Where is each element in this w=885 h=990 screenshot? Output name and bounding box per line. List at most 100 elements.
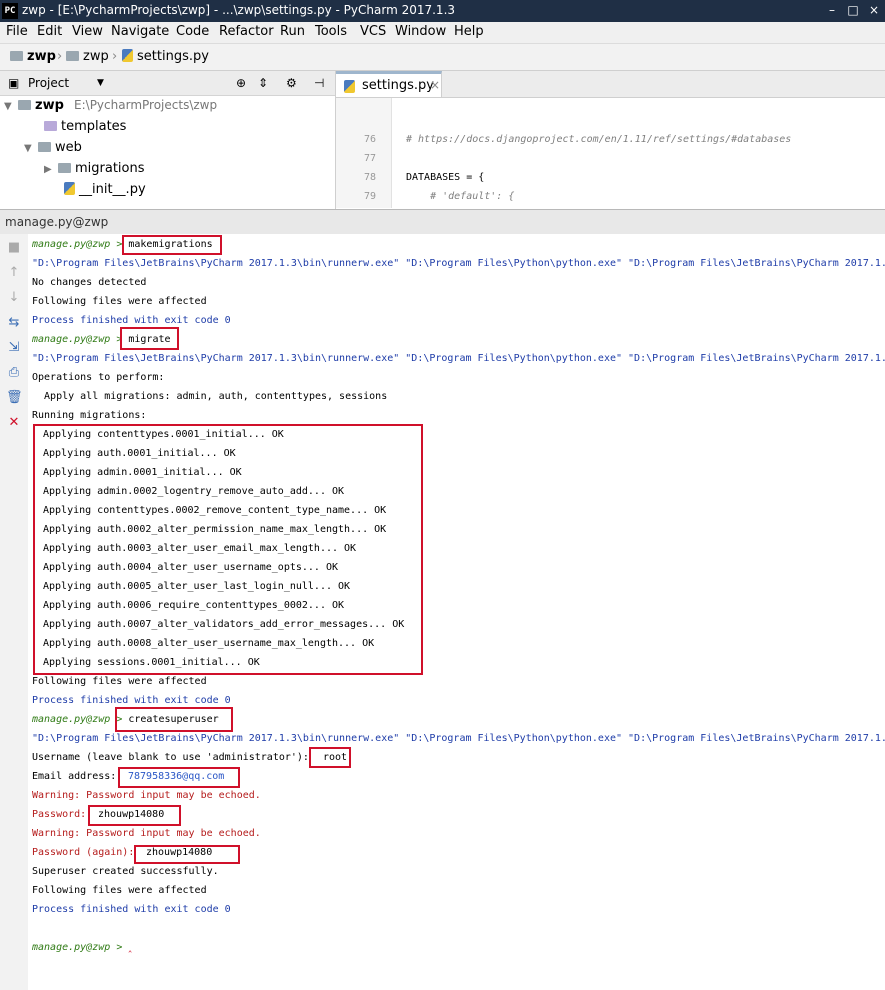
sync-target-icon[interactable]: ⊕ xyxy=(236,76,246,90)
prompt-label: manage.py@zwp xyxy=(32,334,111,345)
folder-icon xyxy=(18,100,31,110)
highlight-box xyxy=(88,805,181,826)
console-line: Warning: Password input may be echoed. xyxy=(32,828,261,839)
menu-window[interactable]: Window xyxy=(395,24,446,39)
console-line: Following files were affected xyxy=(32,296,207,307)
menu-view[interactable]: View xyxy=(72,24,103,39)
menu-navigate[interactable]: Navigate xyxy=(111,24,169,39)
password-prompt: Password: xyxy=(32,809,87,820)
arrow-down-icon[interactable]: ↓ xyxy=(6,290,22,306)
console-input-line[interactable]: manage.py@zwp > ‸ xyxy=(32,938,132,957)
breadcrumb-item-folder[interactable]: zwp xyxy=(66,49,109,64)
line-number: 78 xyxy=(363,172,376,183)
highlight-box xyxy=(122,235,222,255)
tab-settings-py[interactable]: settings.py × xyxy=(336,71,442,97)
stop-icon[interactable]: ■ xyxy=(6,240,22,256)
console-line: Password (again): zhouwp14080 xyxy=(32,843,212,862)
menu-help[interactable]: Help xyxy=(454,24,484,39)
scroll-to-end-icon[interactable]: ⇲ xyxy=(6,340,22,356)
soft-wrap-icon[interactable]: ⇆ xyxy=(6,315,22,331)
console-line: No changes detected xyxy=(32,277,147,288)
line-number-gutter: 76 77 78 79 xyxy=(336,98,392,208)
highlight-box xyxy=(120,327,179,350)
prompt-label: manage.py@zwp xyxy=(32,714,111,725)
line-number: 79 xyxy=(363,191,376,202)
highlight-box xyxy=(115,707,233,732)
folder-icon xyxy=(58,163,71,173)
console-line: Password: zhouwp14080 xyxy=(32,805,164,824)
line-number: 76 xyxy=(363,134,376,145)
folder-icon xyxy=(38,142,51,152)
maximize-button[interactable]: □ xyxy=(844,2,862,18)
project-view-icon: ▣ xyxy=(8,76,20,90)
code-line: # https://docs.djangoproject.com/en/1.11… xyxy=(406,134,792,145)
hide-panel-icon[interactable]: ⊣ xyxy=(314,76,324,90)
chevron-right-icon: › xyxy=(57,49,63,64)
breadcrumb-item-file[interactable]: settings.py xyxy=(122,49,209,64)
project-view-selector[interactable]: Project xyxy=(28,76,69,90)
console-line: Superuser created successfully. xyxy=(32,866,219,877)
collapsed-arrow-icon[interactable]: ▶ xyxy=(44,164,58,175)
tree-item-init-py[interactable]: __init__.py xyxy=(64,182,146,202)
console-line: "D:\Program Files\JetBrains\PyCharm 2017… xyxy=(32,258,885,269)
console-line: Process finished with exit code 0 xyxy=(32,904,231,915)
expanded-arrow-icon[interactable]: ▼ xyxy=(24,143,38,154)
menu-run[interactable]: Run xyxy=(280,24,305,39)
code-line: # 'default': { xyxy=(406,191,515,202)
print-icon[interactable]: ⎙ xyxy=(6,365,22,381)
expanded-arrow-icon[interactable]: ▼ xyxy=(4,101,18,112)
tree-item-templates[interactable]: templates xyxy=(44,119,126,139)
run-panel-header: manage.py@zwp xyxy=(0,209,885,235)
menu-refactor[interactable]: Refactor xyxy=(219,24,274,39)
console-output[interactable]: manage.py@zwp > makemigrations "D:\Progr… xyxy=(28,234,885,990)
line-number: 77 xyxy=(363,153,376,164)
python-file-icon xyxy=(122,49,133,62)
chevron-down-icon[interactable]: ▼ xyxy=(97,78,104,88)
menu-code[interactable]: Code xyxy=(176,24,209,39)
menu-bar: File Edit View Navigate Code Refactor Ru… xyxy=(0,22,885,44)
python-file-icon xyxy=(344,80,355,93)
console-line: Warning: Password input may be echoed. xyxy=(32,790,261,801)
run-toolbar: ■ ↑ ↓ ⇆ ⇲ ⎙ 🗑 ✕ xyxy=(0,234,29,990)
code-line: DATABASES = { xyxy=(406,172,485,183)
folder-icon xyxy=(44,121,57,131)
close-icon[interactable]: ✕ xyxy=(6,415,22,431)
close-tab-icon[interactable]: × xyxy=(430,78,440,92)
close-window-button[interactable]: × xyxy=(865,2,883,18)
text-cursor: ‸ xyxy=(128,942,132,953)
email-prompt: Email address: xyxy=(32,771,117,782)
highlight-box xyxy=(118,767,240,788)
run-panel-title: manage.py@zwp xyxy=(5,215,109,229)
highlight-box xyxy=(33,424,423,675)
prompt-label: manage.py@zwp xyxy=(32,239,111,250)
collapse-all-icon[interactable]: ⇕ xyxy=(258,76,268,90)
project-tree: ▼ zwp E:\PycharmProjects\zwp templates ▼ w… xyxy=(0,96,335,208)
menu-edit[interactable]: Edit xyxy=(37,24,62,39)
arrow-up-icon[interactable]: ↑ xyxy=(6,265,22,281)
tree-item-web[interactable]: ▼ web xyxy=(24,140,82,160)
folder-icon xyxy=(10,51,23,61)
code-editor[interactable]: 76 77 78 79 # https://docs.djangoproject… xyxy=(336,98,885,208)
gear-icon[interactable]: ⚙ xyxy=(286,76,297,90)
highlight-box xyxy=(134,845,240,864)
title-bar: PC zwp - [E:\PycharmProjects\zwp] - ...\… xyxy=(0,0,885,22)
tree-item-migrations[interactable]: ▶ migrations xyxy=(44,161,145,181)
console-line: Running migrations: xyxy=(32,410,147,421)
menu-vcs[interactable]: VCS xyxy=(360,24,386,39)
minimize-button[interactable]: – xyxy=(823,2,841,18)
username-prompt: Username (leave blank to use 'administra… xyxy=(32,752,309,763)
chevron-right-icon: › xyxy=(112,49,118,64)
tree-item-zwp[interactable]: ▼ zwp E:\PycharmProjects\zwp xyxy=(4,98,217,118)
console-line: Apply all migrations: admin, auth, conte… xyxy=(32,391,388,402)
python-file-icon xyxy=(64,182,75,195)
trash-icon[interactable]: 🗑 xyxy=(6,390,23,406)
console-line: Email address: 787958336@qq.com xyxy=(32,767,224,786)
highlight-box xyxy=(309,747,351,768)
breadcrumb-item-project[interactable]: zwp xyxy=(10,49,56,64)
console-line: Operations to perform: xyxy=(32,372,165,383)
pycharm-logo-icon: PC xyxy=(2,3,18,19)
console-line: Username (leave blank to use 'administra… xyxy=(32,748,347,767)
breadcrumb: zwp › zwp › settings.py xyxy=(0,44,885,71)
menu-tools[interactable]: Tools xyxy=(315,24,347,39)
menu-file[interactable]: File xyxy=(6,24,28,39)
